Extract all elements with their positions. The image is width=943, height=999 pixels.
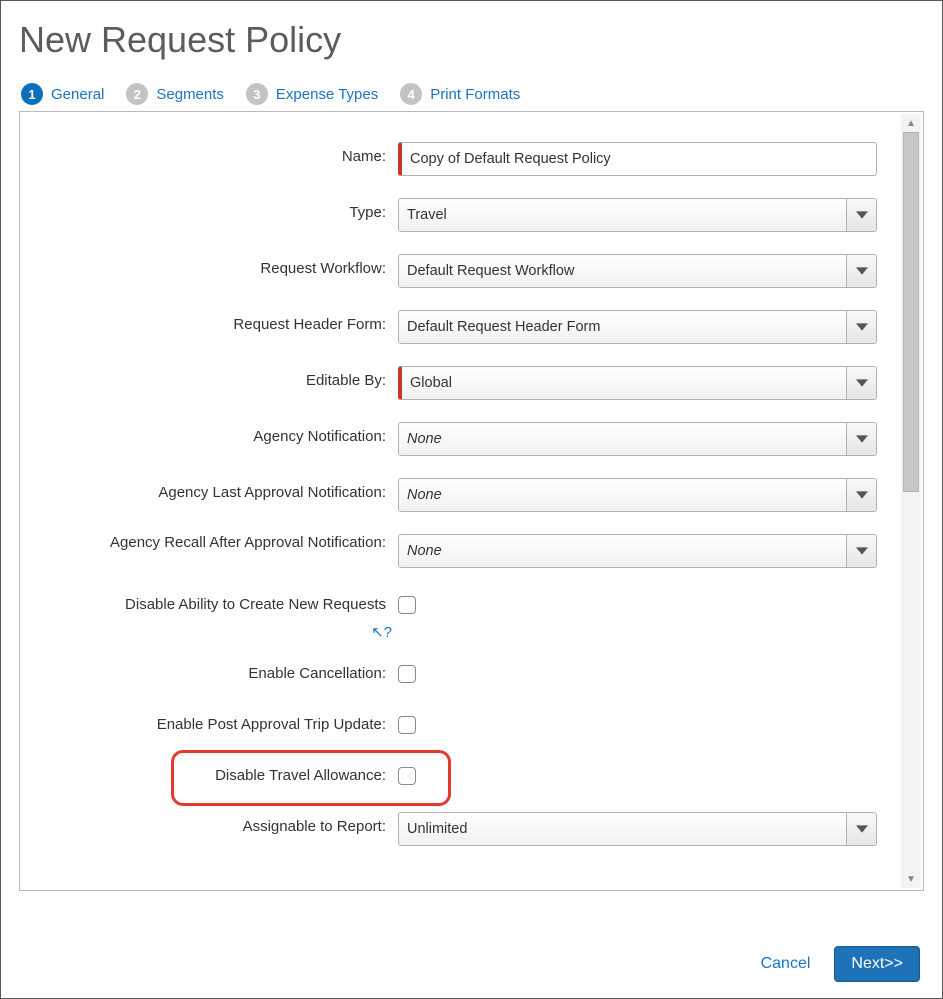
- enable-post-trip-checkbox[interactable]: [398, 716, 416, 734]
- editable-by-select[interactable]: Global: [398, 366, 877, 400]
- next-button[interactable]: Next>>: [834, 946, 920, 982]
- disable-ta-checkbox[interactable]: [398, 767, 416, 785]
- workflow-label: Request Workflow:: [38, 254, 398, 277]
- enable-post-trip-label: Enable Post Approval Trip Update:: [38, 710, 398, 733]
- agency-recall-notif-select[interactable]: None: [398, 534, 877, 568]
- enable-cancel-label: Enable Cancellation:: [38, 659, 398, 682]
- disable-create-label: Disable Ability to Create New Requests: [38, 590, 398, 613]
- assignable-label: Assignable to Report:: [38, 812, 398, 835]
- agency-recall-notif-select-value: None: [407, 543, 846, 559]
- assignable-select-value: Unlimited: [407, 821, 846, 837]
- enable-cancel-checkbox[interactable]: [398, 665, 416, 683]
- help-cursor-icon: ↖?: [32, 623, 392, 641]
- agency-notif-select[interactable]: None: [398, 422, 877, 456]
- assignable-select[interactable]: Unlimited: [398, 812, 877, 846]
- agency-notif-select-value: None: [407, 431, 846, 447]
- wizard-step-number: 2: [126, 83, 148, 105]
- agency-last-notif-label: Agency Last Approval Notification:: [38, 478, 398, 501]
- agency-last-notif-select-value: None: [407, 487, 846, 503]
- name-label: Name:: [38, 142, 398, 165]
- chevron-down-icon: [846, 479, 876, 511]
- chevron-down-icon: [846, 255, 876, 287]
- agency-recall-notif-label: Agency Recall After Approval Notificatio…: [38, 534, 398, 551]
- chevron-down-icon: [846, 813, 876, 845]
- name-input[interactable]: [398, 142, 877, 176]
- scroll-down-icon[interactable]: ▼: [901, 870, 921, 888]
- header-form-select[interactable]: Default Request Header Form: [398, 310, 877, 344]
- scrollbar[interactable]: ▲ ▼: [901, 114, 921, 888]
- scroll-up-icon[interactable]: ▲: [901, 114, 921, 132]
- disable-create-checkbox[interactable]: [398, 596, 416, 614]
- editable-by-label: Editable By:: [38, 366, 398, 389]
- workflow-select[interactable]: Default Request Workflow: [398, 254, 877, 288]
- wizard-step-number: 3: [246, 83, 268, 105]
- wizard-step-number: 1: [21, 83, 43, 105]
- wizard-step-segments[interactable]: 2 Segments: [126, 83, 224, 105]
- wizard-step-general[interactable]: 1 General: [21, 83, 104, 105]
- wizard-step-print-formats[interactable]: 4 Print Formats: [400, 83, 520, 105]
- agency-notif-label: Agency Notification:: [38, 422, 398, 445]
- wizard-footer: Cancel Next>>: [757, 946, 920, 982]
- chevron-down-icon: [846, 535, 876, 567]
- wizard-steps: 1 General 2 Segments 3 Expense Types 4 P…: [19, 83, 924, 105]
- chevron-down-icon: [846, 367, 876, 399]
- type-select[interactable]: Travel: [398, 198, 877, 232]
- wizard-step-expense-types[interactable]: 3 Expense Types: [246, 83, 378, 105]
- header-form-label: Request Header Form:: [38, 310, 398, 333]
- chevron-down-icon: [846, 311, 876, 343]
- page-title: New Request Policy: [19, 19, 924, 61]
- header-form-select-value: Default Request Header Form: [407, 319, 846, 335]
- scrollbar-thumb[interactable]: [903, 132, 919, 492]
- disable-ta-label: Disable Travel Allowance:: [38, 761, 398, 784]
- type-label: Type:: [38, 198, 398, 221]
- workflow-select-value: Default Request Workflow: [407, 263, 846, 279]
- wizard-step-number: 4: [400, 83, 422, 105]
- chevron-down-icon: [846, 199, 876, 231]
- wizard-step-label: Segments: [156, 86, 224, 103]
- cancel-button[interactable]: Cancel: [757, 949, 815, 979]
- wizard-step-label: Print Formats: [430, 86, 520, 103]
- type-select-value: Travel: [407, 207, 846, 223]
- wizard-step-label: General: [51, 86, 104, 103]
- agency-last-notif-select[interactable]: None: [398, 478, 877, 512]
- wizard-step-label: Expense Types: [276, 86, 378, 103]
- form-panel: Name: Type: Travel Request Workflow: Def…: [19, 111, 924, 891]
- editable-by-select-value: Global: [410, 375, 846, 391]
- chevron-down-icon: [846, 423, 876, 455]
